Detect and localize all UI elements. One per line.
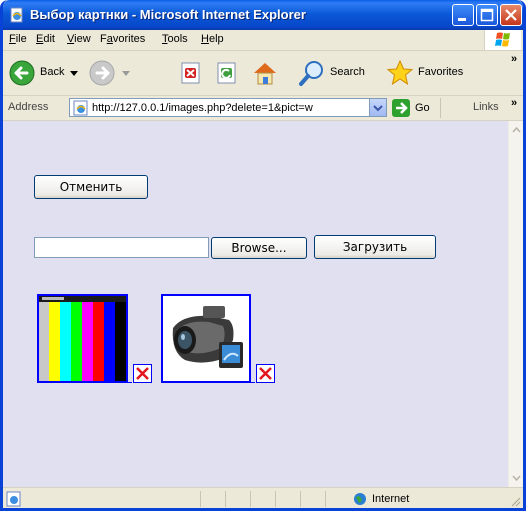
chevron-up-icon [512,126,521,133]
title-bar[interactable]: Выбор картнки - Microsoft Internet Explo… [3,0,523,30]
windows-logo [484,30,521,50]
back-label: Back [40,66,65,78]
color-bars-image [39,296,126,381]
menu-tools[interactable]: Tools [162,33,188,45]
menu-file[interactable]: File [9,33,27,45]
refresh-icon [217,62,236,84]
upload-button[interactable]: Загрузить [314,235,436,259]
favorites-star-icon [386,59,414,86]
delete-image-1-button[interactable] [133,364,152,383]
address-separator [440,98,441,118]
minimize-icon [458,18,466,21]
status-divider [225,491,226,507]
menu-view[interactable]: View [67,33,91,45]
page-content: Отменить Browse... Загрузить [3,121,508,487]
forward-button[interactable] [87,57,133,89]
refresh-button[interactable] [215,61,239,85]
ie-window: Выбор картнки - Microsoft Internet Explo… [0,0,526,511]
home-icon [254,63,276,85]
delete-x-icon [258,366,273,381]
go-button[interactable]: Go [391,98,435,118]
back-arrow-icon [9,60,35,86]
search-label: Search [330,66,365,78]
window-title: Выбор картнки - Microsoft Internet Explo… [30,7,306,22]
go-arrow-icon [392,99,410,117]
zone-label: Internet [372,493,410,505]
close-icon [505,9,517,21]
address-url: http://127.0.0.1/images.php?delete=1&pic… [92,102,313,114]
chevron-down-icon [512,475,521,482]
status-divider [200,491,201,507]
ie-page-icon [73,100,88,116]
address-dropdown-button[interactable] [369,99,386,116]
windows-flag-icon [495,32,510,47]
scroll-down-button[interactable] [509,470,523,487]
file-path-input[interactable] [34,237,209,258]
maximize-button[interactable] [476,4,498,26]
toolbar-chevron-icon[interactable]: » [511,53,517,65]
search-icon [299,61,323,86]
minimize-button[interactable] [452,4,474,26]
address-label: Address [8,101,49,113]
favorites-button[interactable]: Favorites [385,57,481,89]
menu-help[interactable]: Help [201,33,224,45]
menu-bar: File Edit View Favorites Tools Help [3,30,523,51]
menu-favorites[interactable]: Favorites [100,33,145,45]
vertical-scrollbar[interactable] [508,121,523,487]
forward-dropdown-icon[interactable] [122,71,130,77]
links-button[interactable]: Links [473,101,499,113]
status-divider [325,491,326,507]
links-chevron-icon[interactable]: » [511,97,517,109]
delete-image-2-button[interactable] [256,364,275,383]
forward-arrow-icon [89,60,115,86]
standard-toolbar: Back Search Favorites » [3,51,523,96]
maximize-icon [480,8,494,22]
stop-button[interactable] [179,61,203,85]
chevron-down-icon [373,105,383,112]
status-divider [300,491,301,507]
link-underline [251,382,255,383]
link-underline [128,382,132,383]
camcorder-image [163,296,249,381]
back-dropdown-icon[interactable] [70,71,78,77]
menu-edit[interactable]: Edit [36,33,55,45]
cancel-button[interactable]: Отменить [34,175,148,199]
stop-icon [181,62,200,84]
status-divider [275,491,276,507]
scroll-up-button[interactable] [509,121,523,138]
internet-globe-icon [354,493,366,505]
camcorder-thumbnail[interactable] [161,294,251,383]
ie-page-icon [10,7,23,23]
home-button[interactable] [251,59,279,87]
delete-x-icon [135,366,150,381]
favorites-label: Favorites [418,66,464,78]
status-bar: Internet [3,487,523,508]
search-button[interactable]: Search [297,57,377,89]
color-bars-thumbnail[interactable] [37,294,128,383]
browse-button[interactable]: Browse... [211,237,307,259]
back-button[interactable]: Back [7,57,83,89]
close-button[interactable] [500,4,522,26]
ie-page-icon [6,491,21,507]
resize-grip-icon[interactable] [509,495,521,507]
address-bar: Address http://127.0.0.1/images.php?dele… [3,96,523,121]
status-divider [250,491,251,507]
go-label: Go [415,102,430,114]
address-input[interactable]: http://127.0.0.1/images.php?delete=1&pic… [69,98,387,117]
